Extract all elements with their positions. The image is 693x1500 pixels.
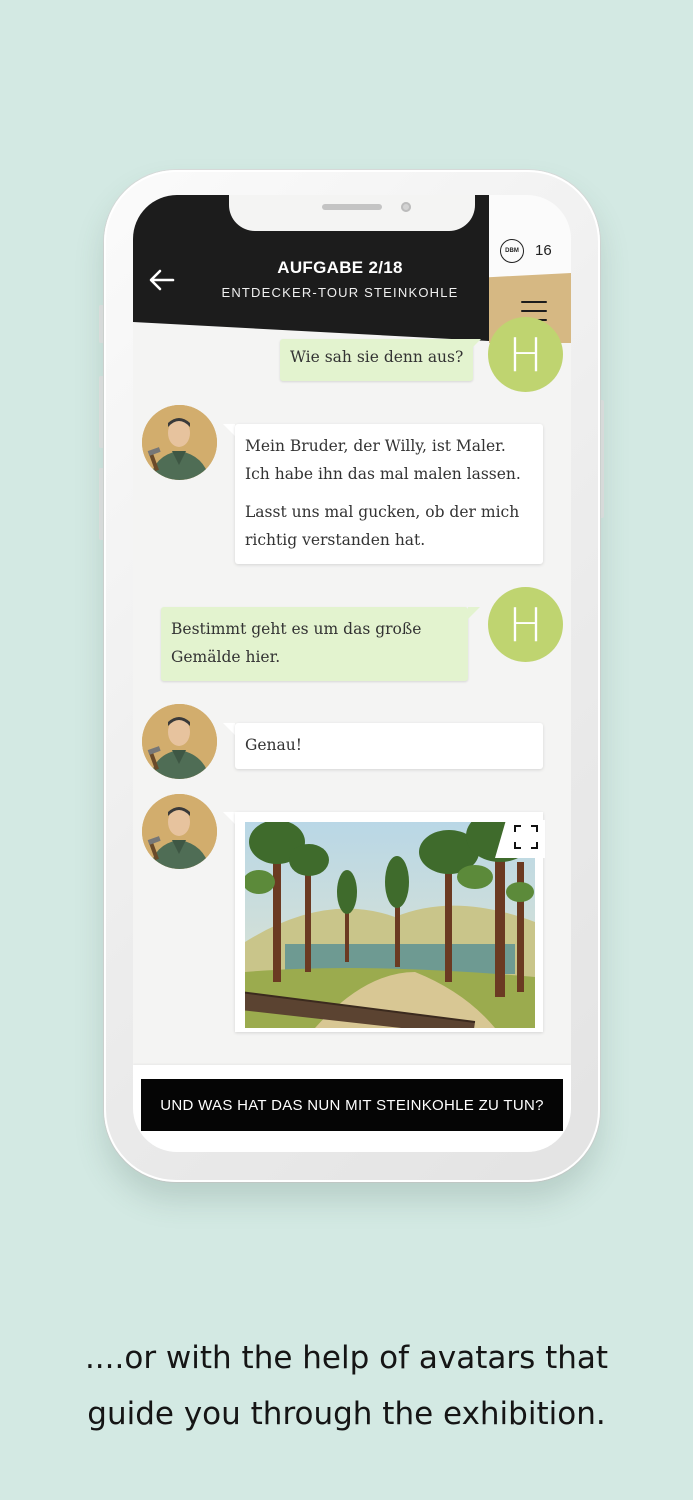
caption-line: ....or with the help of avatars that [84, 1340, 609, 1376]
phone-notch [229, 195, 475, 231]
speaker-grille [322, 204, 382, 210]
user-message-bubble: Wie sah sie denn aus? [280, 339, 474, 381]
app-screen: AUFGABE 2/18 ENTDECKER-TOUR STEINKOHLE D… [133, 195, 571, 1152]
user-message-bubble: Bestimmt geht es um das große Gemälde hi… [161, 607, 468, 681]
bubble-tail [468, 607, 480, 619]
user-avatar: H [488, 317, 563, 392]
promo-caption: ....or with the help of avatars that gui… [0, 1330, 693, 1442]
guide-message-bubble: Genau! [235, 723, 543, 769]
message-line: Ich habe ihn das mal malen lassen. [245, 465, 521, 483]
bubble-tail [223, 723, 235, 735]
caption-line: guide you through the exhibition. [87, 1396, 606, 1432]
forest-painting[interactable] [245, 822, 535, 1028]
message-line: Genau! [245, 736, 302, 754]
image-message-card[interactable] [235, 812, 545, 1032]
tour-subtitle: ENTDECKER-TOUR STEINKOHLE [221, 285, 459, 300]
score-panel [489, 195, 571, 277]
guide-portrait-icon [142, 794, 217, 869]
guide-avatar [142, 704, 217, 779]
guide-avatar [142, 405, 217, 480]
message-line: Mein Bruder, der Willy, ist Maler. [245, 437, 506, 455]
guide-avatar [142, 794, 217, 869]
task-title: AUFGABE 2/18 [277, 258, 403, 277]
message-line: richtig verstanden hat. [245, 531, 426, 549]
arrow-left-icon [149, 269, 175, 291]
user-avatar: H [488, 587, 563, 662]
back-button[interactable] [147, 265, 177, 295]
bubble-tail [469, 339, 481, 351]
bubble-tail [223, 812, 235, 824]
message-line: Bestimmt geht es um das große [171, 620, 422, 638]
guide-portrait-icon [142, 704, 217, 779]
message-line: Gemälde hier. [171, 648, 281, 666]
bubble-tail [223, 424, 235, 436]
message-line: Lasst uns mal gucken, ob der mich [245, 503, 520, 521]
dbm-logo-icon: DBM [500, 239, 524, 263]
score-value: 16 [535, 242, 552, 259]
reply-option-button[interactable]: UND WAS HAT DAS NUN MIT STEINKOHLE ZU TU… [141, 1079, 563, 1131]
guide-message-bubble: Mein Bruder, der Willy, ist Maler. Ich h… [235, 424, 543, 564]
message-line: Wie sah sie denn aus? [290, 348, 464, 366]
guide-portrait-icon [142, 405, 217, 480]
front-camera [401, 202, 411, 212]
